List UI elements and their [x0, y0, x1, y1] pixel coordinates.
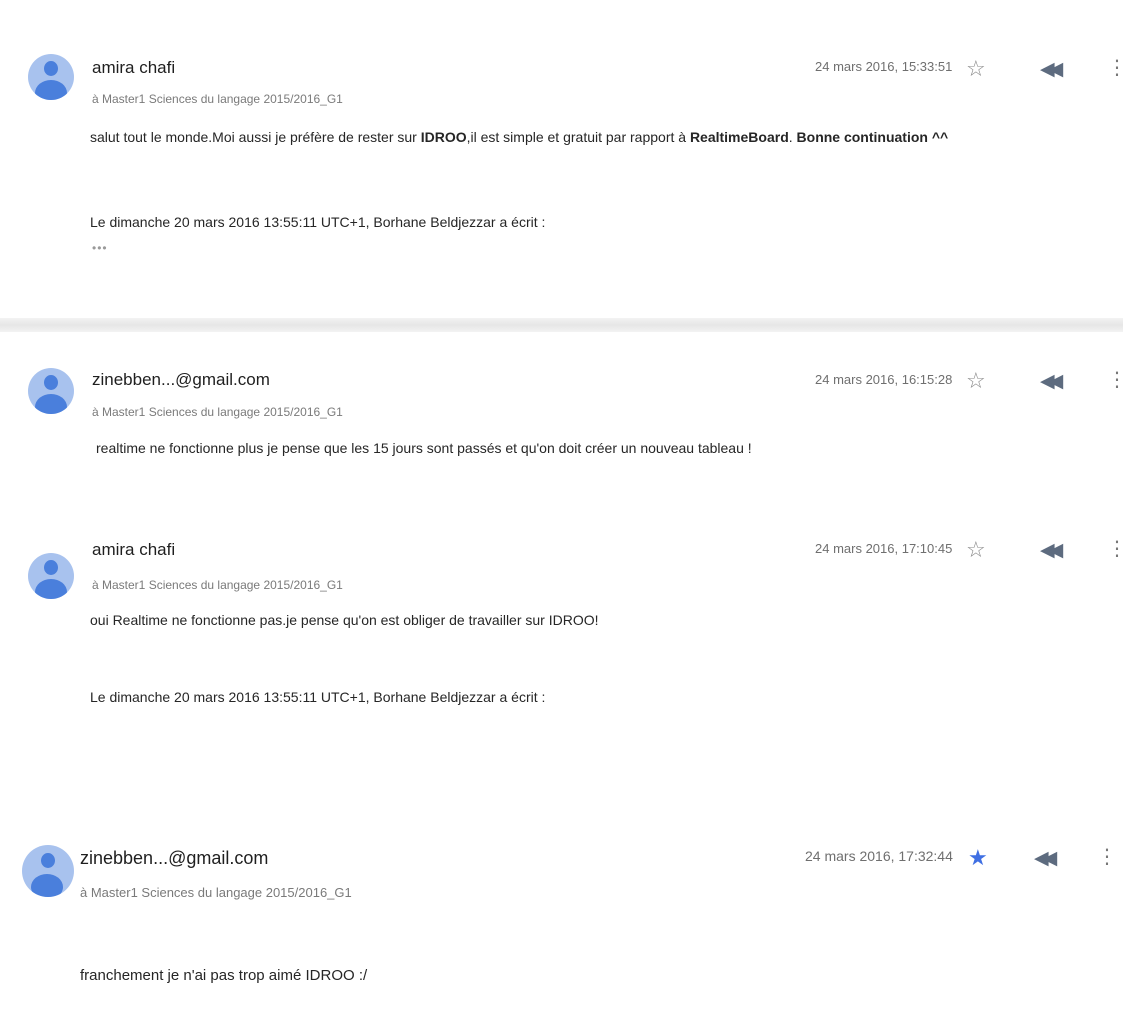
message-timestamp: 24 mars 2016, 15:33:51: [815, 59, 953, 74]
more-options-icon[interactable]: ⋮: [1107, 539, 1123, 559]
message-body: salut tout le monde.Moi aussi je préfère…: [90, 129, 949, 145]
reply-all-icon[interactable]: ◀◀: [1040, 541, 1063, 560]
reply-all-icon[interactable]: ◀◀: [1034, 849, 1057, 868]
sender-name[interactable]: amira chafi: [92, 58, 175, 78]
message-timestamp: 24 mars 2016, 17:32:44: [805, 848, 953, 864]
message-timestamp: 24 mars 2016, 17:10:45: [815, 541, 953, 556]
more-options-icon[interactable]: ⋮: [1097, 847, 1117, 867]
quoted-header: Le dimanche 20 mars 2016 13:55:11 UTC+1,…: [90, 689, 546, 705]
message-timestamp: 24 mars 2016, 16:15:28: [815, 372, 953, 387]
reply-all-icon[interactable]: ◀◀: [1040, 372, 1063, 391]
message-body: franchement je n'ai pas trop aimé IDROO …: [80, 967, 368, 984]
more-options-icon[interactable]: ⋮: [1107, 370, 1123, 390]
recipient-line: à Master1 Sciences du langage 2015/2016_…: [92, 578, 343, 592]
message-body: oui Realtime ne fonctionne pas.je pense …: [90, 612, 599, 628]
message-divider: [0, 318, 1123, 332]
recipient-line: à Master1 Sciences du langage 2015/2016_…: [92, 92, 343, 106]
star-icon[interactable]: ☆: [966, 370, 986, 392]
recipient-line: à Master1 Sciences du langage 2015/2016_…: [92, 405, 343, 419]
avatar[interactable]: [22, 845, 74, 897]
recipient-line: à Master1 Sciences du langage 2015/2016_…: [80, 885, 352, 900]
show-trimmed-content-button[interactable]: •••: [92, 241, 108, 255]
star-filled-icon[interactable]: ★: [968, 847, 988, 869]
star-icon[interactable]: ☆: [966, 58, 986, 80]
reply-all-icon[interactable]: ◀◀: [1040, 60, 1063, 79]
avatar[interactable]: [28, 54, 74, 100]
avatar[interactable]: [28, 553, 74, 599]
quoted-header: Le dimanche 20 mars 2016 13:55:11 UTC+1,…: [90, 214, 546, 230]
avatar[interactable]: [28, 368, 74, 414]
more-options-icon[interactable]: ⋮: [1107, 58, 1123, 78]
sender-name[interactable]: zinebben...@gmail.com: [92, 370, 270, 390]
star-icon[interactable]: ☆: [966, 539, 986, 561]
sender-name[interactable]: zinebben...@gmail.com: [80, 848, 268, 869]
message-body: realtime ne fonctionne plus je pense que…: [96, 440, 752, 456]
sender-name[interactable]: amira chafi: [92, 540, 175, 560]
